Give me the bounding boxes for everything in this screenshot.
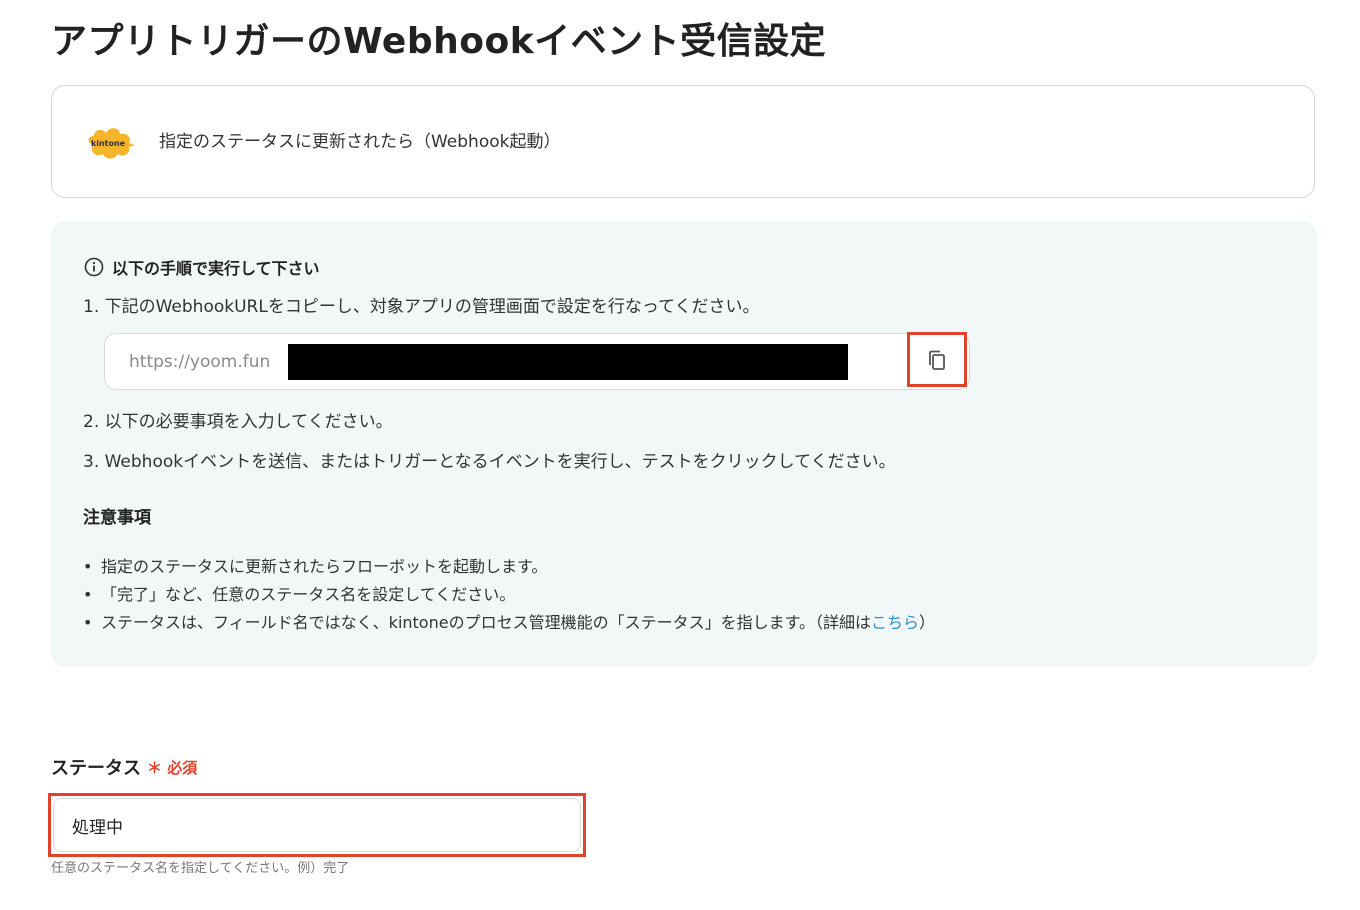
- webhook-settings-page: アプリトリガーのWebhookイベント受信設定 kintone 指定のステータス…: [0, 0, 1360, 910]
- step-3: 3. Webhookイベントを送信、またはトリガーとなるイベントを実行し、テスト…: [83, 452, 896, 472]
- copy-url-button[interactable]: [907, 332, 967, 387]
- instructions-box: 以下の手順で実行して下さい 1. 下記のWebhookURLをコピーし、対象アプ…: [51, 221, 1317, 667]
- kintone-logo-icon: kintone: [88, 128, 135, 159]
- instructions-heading: 以下の手順で実行して下さい: [84, 255, 320, 279]
- trigger-card: kintone 指定のステータスに更新されたら（Webhook起動）: [51, 85, 1315, 198]
- status-field-label: ステータス ＊ 必須: [51, 754, 197, 780]
- status-hint: 任意のステータス名を指定してください。例）完了: [51, 861, 350, 876]
- notes-list: • 指定のステータスに更新されたらフローボットを起動します。 • 「完了」など、…: [83, 553, 935, 637]
- instructions-heading-text: 以下の手順で実行して下さい: [112, 259, 320, 278]
- status-label-text: ステータス: [51, 758, 141, 779]
- note-text: 「完了」など、任意のステータス名を設定してください。: [101, 585, 516, 604]
- redacted-block: [288, 344, 848, 380]
- copy-icon: [929, 350, 945, 370]
- webhook-url-field[interactable]: https://yoom.fun: [104, 333, 970, 390]
- list-item: • ステータスは、フィールド名ではなく、kintoneのプロセス管理機能の「ステ…: [83, 609, 935, 637]
- step-1: 1. 下記のWebhookURLをコピーし、対象アプリの管理画面で設定を行なって…: [83, 297, 760, 317]
- status-input[interactable]: [53, 798, 581, 852]
- note-3-prefix: ステータスは、フィールド名ではなく、kintoneのプロセス管理機能の「ステータ…: [101, 613, 871, 632]
- required-badge: ＊ 必須: [147, 758, 198, 777]
- step-2: 2. 以下の必要事項を入力してください。: [83, 412, 393, 432]
- info-icon: [84, 257, 104, 277]
- trigger-label: 指定のステータスに更新されたら（Webhook起動）: [159, 132, 561, 152]
- status-input-highlight: [48, 793, 586, 857]
- list-item: • 指定のステータスに更新されたらフローボットを起動します。: [83, 553, 935, 581]
- note-3-suffix: ）: [919, 613, 936, 632]
- list-item: • 「完了」など、任意のステータス名を設定してください。: [83, 581, 935, 609]
- webhook-url-text[interactable]: https://yoom.fun: [129, 350, 270, 374]
- note-text: 指定のステータスに更新されたらフローボットを起動します。: [101, 557, 548, 576]
- page-title: アプリトリガーのWebhookイベント受信設定: [51, 21, 827, 62]
- notes-heading: 注意事項: [83, 508, 151, 528]
- kintone-logo-text: kintone: [91, 139, 126, 148]
- details-link[interactable]: こちら: [871, 613, 919, 632]
- note-text: ステータスは、フィールド名ではなく、kintoneのプロセス管理機能の「ステータ…: [101, 609, 935, 637]
